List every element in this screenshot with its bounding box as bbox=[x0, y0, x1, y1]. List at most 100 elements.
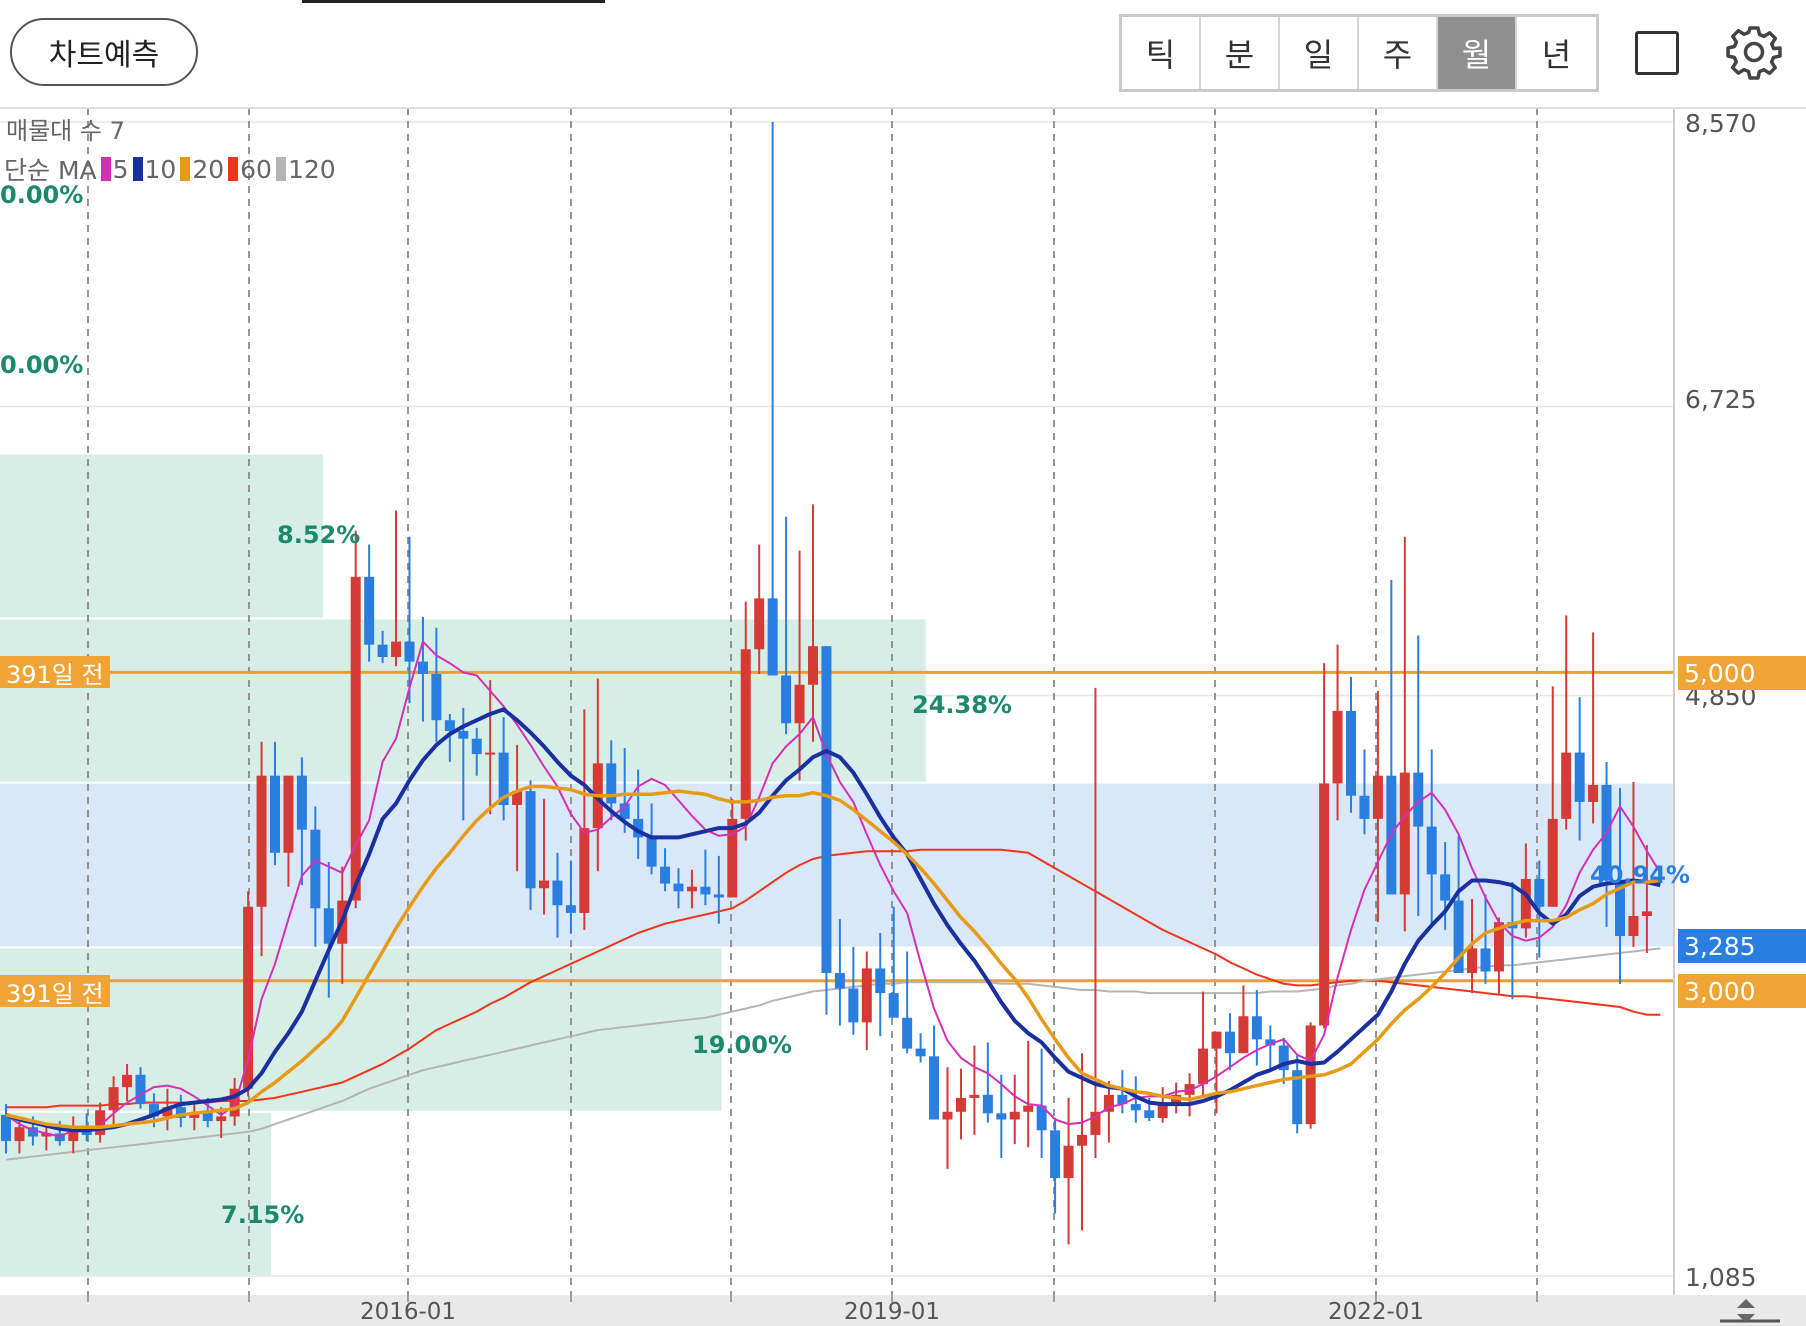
candle-body-110 bbox=[1480, 948, 1491, 972]
candle-body-75 bbox=[1009, 1111, 1020, 1120]
candle-body-104 bbox=[1399, 772, 1410, 895]
candle-body-100 bbox=[1346, 710, 1356, 796]
candle-body-51 bbox=[686, 886, 697, 892]
candle-body-33 bbox=[444, 720, 455, 731]
ma10-label: 10 bbox=[144, 154, 177, 184]
candle-body-91 bbox=[1224, 1031, 1235, 1054]
candle-body-101 bbox=[1359, 795, 1370, 819]
candle-body-89 bbox=[1198, 1048, 1209, 1085]
ma20-swatch bbox=[180, 157, 191, 181]
candle-body-62 bbox=[834, 973, 845, 989]
candle-body-49 bbox=[660, 866, 671, 884]
candle-body-92 bbox=[1238, 1016, 1249, 1054]
ma20-label: 20 bbox=[192, 154, 225, 184]
candle-body-54 bbox=[727, 818, 738, 898]
candle-body-31 bbox=[417, 661, 428, 674]
candle-body-69 bbox=[929, 1056, 940, 1120]
candle-body-53 bbox=[713, 894, 724, 898]
candle-body-98 bbox=[1319, 783, 1330, 1026]
candle-body-56 bbox=[754, 598, 765, 650]
candle-body-35 bbox=[471, 738, 482, 755]
candle-body-121 bbox=[1628, 916, 1639, 937]
candle-body-22 bbox=[296, 775, 307, 830]
candle-body-72 bbox=[969, 1094, 980, 1098]
candle-body-117 bbox=[1574, 752, 1585, 802]
candle-body-106 bbox=[1426, 826, 1437, 875]
candle-body-55 bbox=[740, 649, 751, 819]
candle-body-60 bbox=[808, 646, 818, 685]
ma60-label: 60 bbox=[240, 154, 272, 184]
candle-body-71 bbox=[955, 1097, 966, 1112]
ma5-label: 5 bbox=[112, 154, 129, 184]
hline-5000-label[interactable]: 391일 전 bbox=[0, 656, 110, 689]
candle-body-74 bbox=[996, 1113, 1007, 1120]
candle-body-64 bbox=[861, 968, 872, 1023]
candle-body-102 bbox=[1372, 775, 1383, 819]
candle-body-32 bbox=[431, 673, 442, 721]
x-tick-2019-01: 2019-01 bbox=[843, 1299, 941, 1325]
volume-profile-pct-2: 19.00% bbox=[692, 1031, 792, 1059]
ma10-swatch bbox=[132, 157, 143, 181]
candle-body-21 bbox=[283, 775, 294, 853]
candle-body-27 bbox=[364, 576, 375, 645]
candle-body-1 bbox=[14, 1127, 25, 1142]
candle-body-20 bbox=[270, 775, 280, 853]
candle-body-107 bbox=[1440, 874, 1451, 901]
candle-body-99 bbox=[1332, 710, 1343, 784]
current-price-badge: 3,285 bbox=[1678, 929, 1806, 963]
candle-body-61 bbox=[821, 646, 832, 974]
candle-body-58 bbox=[781, 675, 792, 724]
candle-body-80 bbox=[1077, 1134, 1087, 1146]
candle-body-41 bbox=[552, 880, 563, 906]
ma60-swatch bbox=[228, 157, 239, 181]
ma120-swatch bbox=[275, 157, 286, 181]
candle-body-109 bbox=[1467, 948, 1478, 974]
candle-body-114 bbox=[1534, 878, 1545, 907]
hline-3000-label[interactable]: 391일 전 bbox=[0, 975, 110, 1008]
candle-body-50 bbox=[673, 883, 684, 892]
candle-body-85 bbox=[1144, 1110, 1155, 1118]
candle-body-90 bbox=[1211, 1031, 1222, 1049]
candle-body-40 bbox=[539, 880, 549, 889]
candle-body-63 bbox=[848, 988, 859, 1023]
candle-body-76 bbox=[1023, 1105, 1034, 1112]
candle-body-118 bbox=[1588, 784, 1599, 802]
candle-body-39 bbox=[525, 791, 536, 889]
candle-body-116 bbox=[1561, 752, 1572, 819]
candle-body-16 bbox=[216, 1116, 227, 1122]
candle-body-8 bbox=[108, 1087, 119, 1111]
candle-body-65 bbox=[875, 968, 886, 994]
candle-body-52 bbox=[700, 886, 711, 895]
candle-body-36 bbox=[485, 752, 496, 755]
candle-body-30 bbox=[404, 641, 415, 662]
candle-body-29 bbox=[391, 641, 402, 657]
resize-handle-icon[interactable] bbox=[1734, 1296, 1758, 1326]
chart-canvas[interactable] bbox=[0, 0, 1806, 1326]
volume-profile-pct-1: 7.15% bbox=[221, 1201, 305, 1229]
y-tick-6725: 6,725 bbox=[1685, 385, 1757, 414]
candle-body-78 bbox=[1050, 1130, 1061, 1179]
x-tick-2016-01: 2016-01 bbox=[359, 1299, 457, 1325]
candle-body-42 bbox=[565, 905, 576, 913]
candle-body-93 bbox=[1251, 1016, 1262, 1040]
volume-profile-bar-5 bbox=[0, 454, 324, 618]
volume-profile-bar-2 bbox=[0, 948, 722, 1111]
candle-body-34 bbox=[458, 730, 469, 739]
x-tick-2022-01: 2022-01 bbox=[1327, 1299, 1425, 1325]
candle-body-28 bbox=[377, 644, 388, 657]
volume-profile-count: 매물대 수 7 bbox=[6, 117, 125, 145]
candle-body-84 bbox=[1130, 1104, 1141, 1111]
hline-3000-price-badge: 3,000 bbox=[1678, 974, 1806, 1008]
candle-body-19 bbox=[256, 775, 267, 907]
candle-body-23 bbox=[310, 829, 321, 909]
candle-body-70 bbox=[942, 1111, 953, 1120]
candle-body-68 bbox=[915, 1048, 926, 1057]
candle-body-122 bbox=[1641, 911, 1652, 917]
ma120-label: 120 bbox=[287, 154, 336, 184]
y-tick-1085: 1,085 bbox=[1685, 1263, 1757, 1292]
candle-body-67 bbox=[902, 1017, 913, 1049]
candle-body-0 bbox=[1, 1114, 11, 1142]
volume-profile-bar-1 bbox=[0, 1112, 272, 1275]
candle-body-73 bbox=[982, 1094, 993, 1114]
y-tick-8570: 8,570 bbox=[1685, 109, 1757, 138]
